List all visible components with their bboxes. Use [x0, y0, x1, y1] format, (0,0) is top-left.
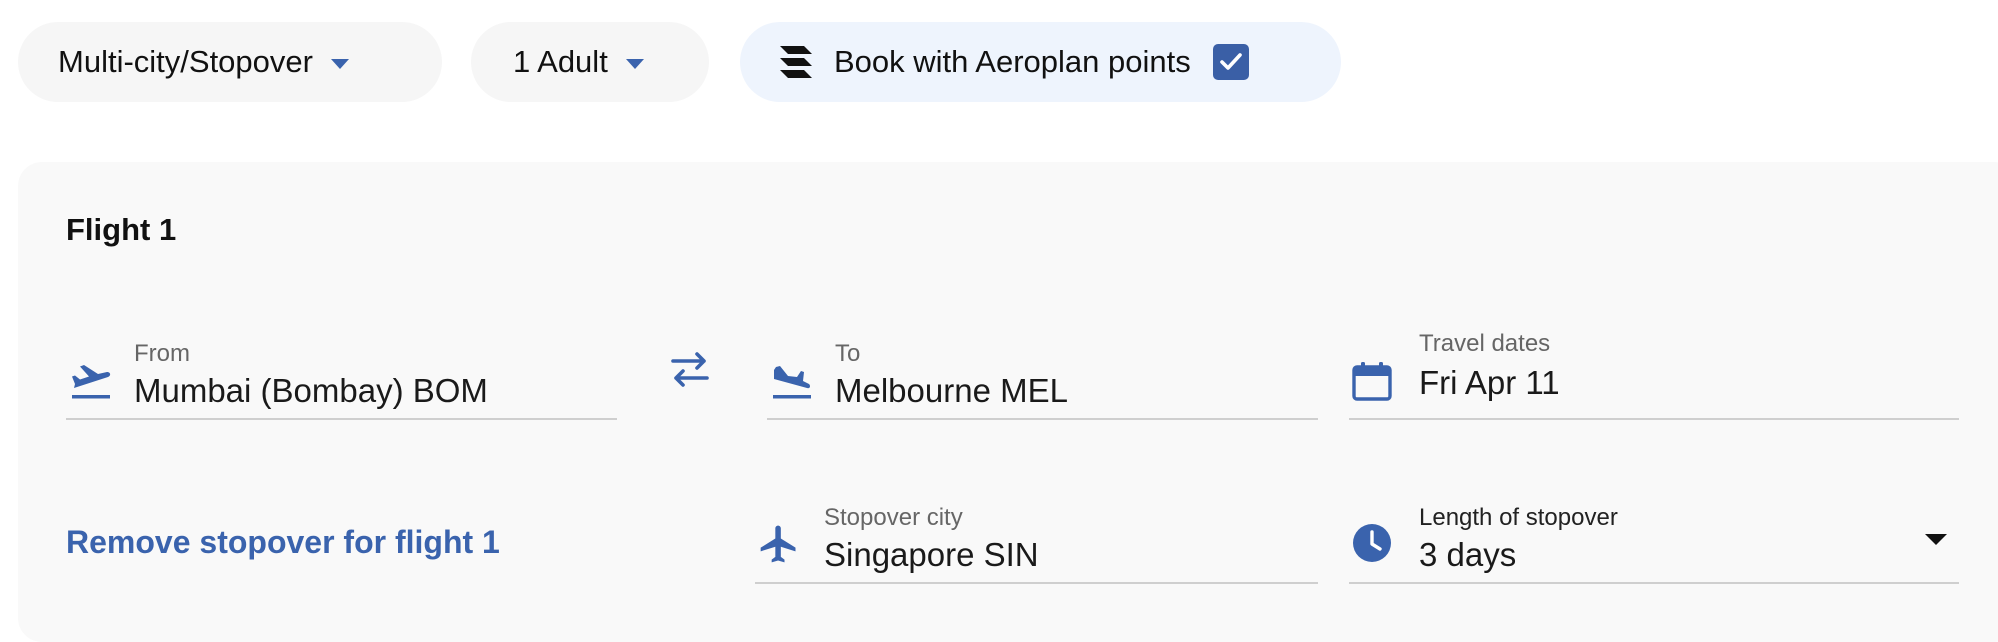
- travel-dates-field[interactable]: Travel dates Fri Apr 11: [1349, 312, 1959, 420]
- aeroplan-points-toggle[interactable]: Book with Aeroplan points: [740, 22, 1341, 102]
- passengers-label: 1 Adult: [513, 44, 608, 79]
- aeroplan-checkbox[interactable]: [1212, 44, 1249, 80]
- from-value: Mumbai (Bombay) BOM: [134, 372, 488, 409]
- caret-down-icon: [1925, 534, 1947, 545]
- plane-takeoff-icon: [72, 365, 111, 399]
- calendar-icon: [1352, 362, 1392, 401]
- aeroplan-logo-icon: [780, 46, 812, 78]
- plane-icon: [760, 525, 796, 563]
- stopover-length-value: 3 days: [1419, 536, 1517, 573]
- stopover-length-label: Length of stopover: [1419, 504, 1618, 531]
- swap-icon[interactable]: [669, 348, 711, 390]
- aeroplan-label: Book with Aeroplan points: [834, 44, 1191, 79]
- search-options-bar: Multi-city/Stopover 1 Adult Book with Ae…: [0, 0, 1998, 140]
- from-field[interactable]: From Mumbai (Bombay) BOM: [66, 312, 617, 420]
- travel-dates-value: Fri Apr 11: [1419, 364, 1560, 401]
- from-label: From: [134, 340, 190, 367]
- chevron-down-icon: [330, 59, 349, 69]
- to-value: Melbourne MEL: [835, 372, 1068, 409]
- to-label: To: [835, 340, 861, 367]
- trip-type-label: Multi-city/Stopover: [58, 44, 313, 79]
- flight-panel: Flight 1 From Mumbai (Bombay) BOM To Mel…: [18, 162, 1998, 642]
- flight-title: Flight 1: [66, 212, 177, 247]
- stopover-city-value: Singapore SIN: [824, 536, 1039, 573]
- clock-icon: [1353, 524, 1391, 562]
- to-field[interactable]: To Melbourne MEL: [767, 312, 1318, 420]
- stopover-city-field[interactable]: Stopover city Singapore SIN: [755, 476, 1318, 584]
- plane-landing-icon: [773, 366, 811, 399]
- checkmark-icon: [1219, 53, 1242, 70]
- stopover-length-dropdown[interactable]: Length of stopover 3 days: [1349, 476, 1959, 584]
- chevron-down-icon: [625, 59, 644, 69]
- travel-dates-label: Travel dates: [1419, 330, 1551, 357]
- stopover-city-label: Stopover city: [824, 504, 963, 531]
- trip-type-dropdown[interactable]: Multi-city/Stopover: [18, 22, 442, 102]
- passengers-dropdown[interactable]: 1 Adult: [471, 22, 709, 102]
- remove-stopover-link[interactable]: Remove stopover for flight 1: [66, 524, 500, 561]
